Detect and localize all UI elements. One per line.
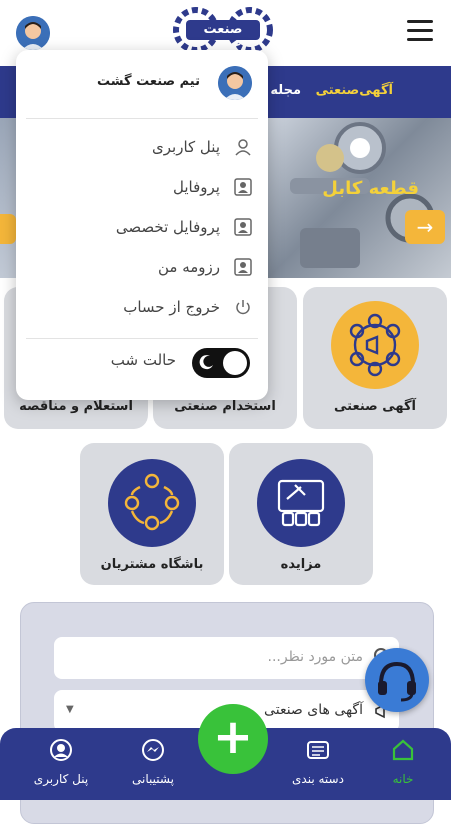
profile-icon	[234, 178, 252, 196]
category-label: مزایده	[280, 557, 322, 572]
logo-text: صنعت گشت	[186, 20, 260, 57]
menu-divider	[26, 118, 258, 119]
bottom-nav-label: خانه	[392, 772, 414, 786]
user-circle-icon	[49, 738, 73, 762]
user-dropdown-menu: تیم صنعت گشت پنل کاربری پروفایل پروفایل …	[16, 50, 268, 400]
nav-link-magazine[interactable]: مجله	[270, 83, 301, 98]
menu-divider	[26, 338, 258, 339]
menu-item-label: خروج از حساب	[123, 298, 220, 316]
dark-mode-toggle[interactable]	[192, 348, 250, 378]
bottom-nav-label: پشتیبانی	[132, 772, 174, 786]
add-ad-button[interactable]: +	[198, 704, 268, 774]
menu-item-profile[interactable]: پروفایل	[16, 170, 268, 206]
pro-profile-icon	[234, 218, 252, 236]
menu-item-label: پروفایل تخصصی	[115, 218, 220, 236]
power-icon	[234, 298, 252, 316]
headset-icon	[378, 661, 416, 702]
dark-mode-label: حالت شب	[110, 351, 176, 369]
bottom-nav-category[interactable]: دسته بندی	[278, 728, 358, 800]
search-placeholder: متن مورد نظر...	[267, 649, 363, 665]
bottom-nav-user-panel[interactable]: پنل کاربری	[21, 728, 101, 800]
category-card-auction[interactable]: مزایده	[229, 443, 373, 585]
bottom-nav-label: دسته بندی	[292, 772, 344, 786]
category-card-club[interactable]: باشگاه مشتریان	[80, 443, 224, 585]
resume-icon	[234, 258, 252, 276]
support-chat-button[interactable]	[365, 648, 429, 712]
toggle-knob	[223, 351, 247, 375]
customer-club-icon	[108, 459, 196, 547]
category-label: استخدام صنعتی	[174, 399, 276, 414]
auction-icon	[257, 459, 345, 547]
banner-prev-arrow-icon[interactable]	[0, 214, 16, 244]
menu-item-label: پنل کاربری	[152, 138, 220, 156]
menu-item-resume[interactable]: رزومه من	[16, 250, 268, 286]
category-label: آگهی صنعتی	[334, 399, 416, 414]
user-avatar-icon	[218, 66, 252, 100]
menu-item-user-panel[interactable]: پنل کاربری	[16, 130, 268, 166]
banner-title: قطعه کابل	[322, 178, 419, 199]
select-value: آگهی های صنعتی	[264, 702, 363, 718]
chevron-down-icon: ▼	[66, 704, 74, 715]
user-icon	[234, 138, 252, 156]
megaphone-network-icon	[331, 301, 419, 389]
menu-item-label: پروفایل	[173, 178, 220, 196]
user-avatar-icon[interactable]	[16, 16, 50, 50]
category-icon	[306, 738, 330, 762]
menu-item-pro-profile[interactable]: پروفایل تخصصی	[16, 210, 268, 246]
banner-next-arrow-icon[interactable]: →	[405, 210, 445, 244]
menu-item-label: رزومه من	[157, 258, 220, 276]
bottom-nav-label: پنل کاربری	[33, 772, 89, 786]
home-icon	[391, 738, 415, 762]
messenger-icon	[141, 738, 165, 762]
hamburger-menu-icon[interactable]	[407, 20, 433, 42]
bottom-nav-home[interactable]: خانه	[363, 728, 443, 800]
logo[interactable]: صنعت گشت	[168, 6, 278, 57]
nav-link-ads[interactable]: آگهی‌صنعتی	[316, 83, 393, 98]
bottom-nav-support[interactable]: پشتیبانی	[113, 728, 193, 800]
menu-item-logout[interactable]: خروج از حساب	[16, 290, 268, 326]
menu-user-name: تیم صنعت گشت	[97, 74, 200, 89]
category-card-ads[interactable]: آگهی صنعتی	[303, 287, 447, 429]
category-label: استعلام و مناقصه	[19, 399, 133, 414]
moon-icon	[199, 354, 215, 370]
search-input[interactable]: متن مورد نظر...	[54, 637, 399, 679]
category-label: باشگاه مشتریان	[100, 557, 204, 572]
